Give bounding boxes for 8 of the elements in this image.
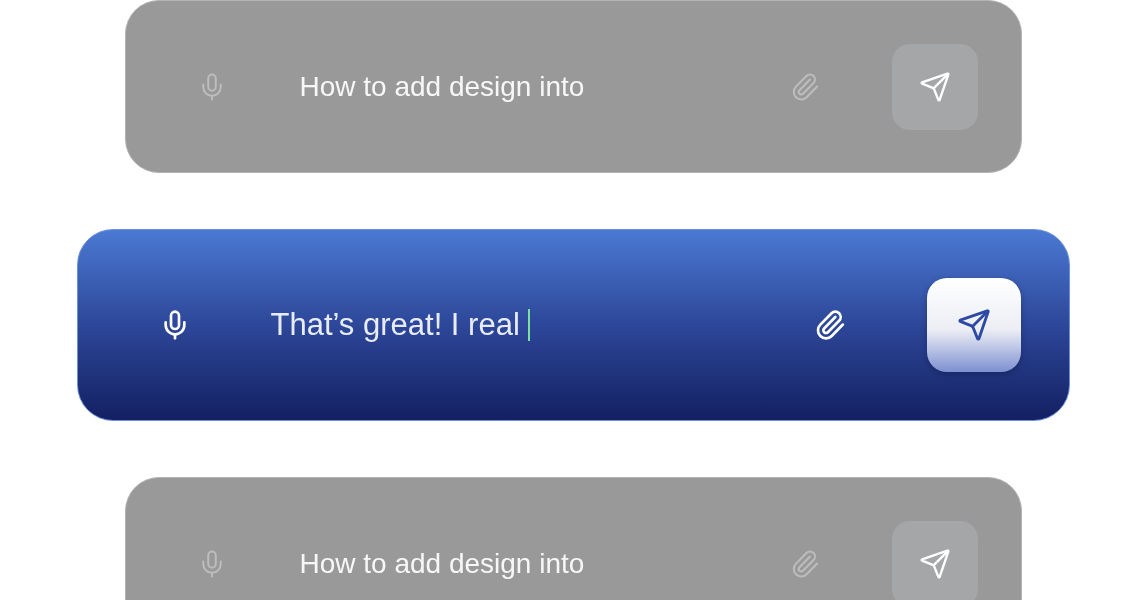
message-input[interactable]: How to add design into: [299, 547, 585, 580]
send-button[interactable]: [926, 278, 1021, 372]
text-cursor: [527, 309, 530, 341]
paper-plane-icon: [918, 547, 951, 580]
message-input[interactable]: How to add design into: [299, 70, 585, 103]
paper-plane-icon: [918, 70, 951, 103]
paper-plane-icon: [956, 308, 991, 342]
message-input[interactable]: That’s great! I real: [270, 307, 520, 343]
